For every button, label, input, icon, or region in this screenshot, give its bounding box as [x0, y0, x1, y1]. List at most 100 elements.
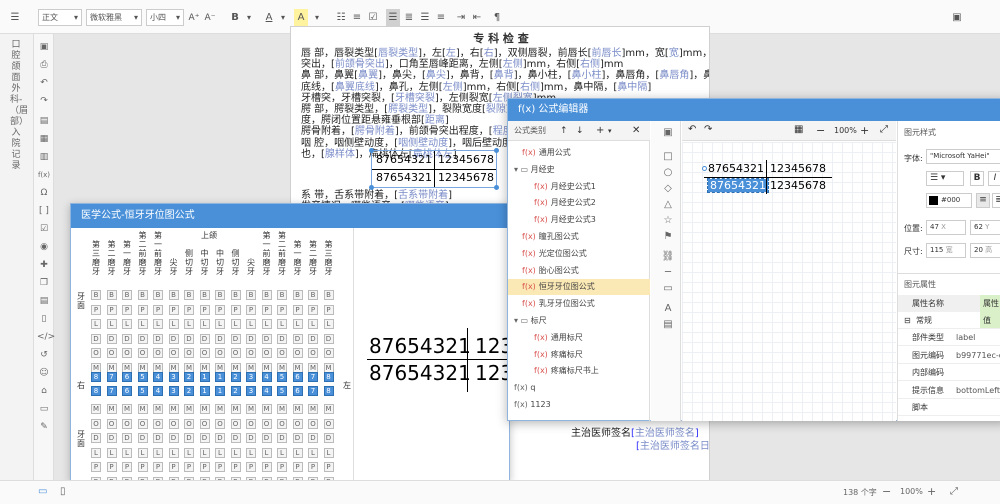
highlight-dropdown-icon[interactable]: ▾ [310, 9, 324, 26]
checkbox-tool-icon[interactable]: ☑ [37, 222, 51, 236]
tooth-surface-cell[interactable]: B [106, 290, 117, 300]
tooth-surface-cell[interactable]: P [292, 304, 303, 315]
attr-row[interactable]: 脚本 [898, 399, 1000, 417]
tooth-surface-cell[interactable]: O [261, 418, 272, 429]
tooth-surface-cell[interactable]: O [323, 418, 334, 429]
tooth-surface-cell[interactable]: O [277, 418, 287, 429]
tree-item[interactable]: f(x) 1123 [508, 397, 650, 413]
tooth-surface-cell[interactable]: M [168, 362, 179, 373]
tooth-surface-cell[interactable]: D [137, 433, 148, 443]
size-select[interactable]: 小四 ▾ [146, 9, 184, 26]
tooth-surface-cell[interactable]: L [323, 447, 334, 458]
tooth-surface-cell[interactable]: B [261, 290, 272, 300]
tooth-surface-cell[interactable]: P [168, 462, 179, 472]
tooth-surface-cell[interactable]: D [308, 333, 318, 344]
tooth-surface-cell[interactable]: D [106, 433, 117, 443]
tooth-surface-cell[interactable]: M [137, 404, 148, 414]
tooth-number-cell[interactable]: 2 [184, 372, 194, 382]
tooth-surface-cell[interactable]: M [122, 404, 132, 414]
tooth-surface-cell[interactable]: O [106, 348, 117, 358]
tooth-surface-cell[interactable]: L [246, 447, 256, 458]
tooth-surface-cell[interactable]: L [184, 447, 194, 458]
tooth-surface-cell[interactable]: B [292, 290, 303, 300]
tooth-surface-cell[interactable]: D [184, 333, 194, 344]
font-shrink-button[interactable]: A⁻ [203, 9, 217, 26]
tooth-surface-cell[interactable]: P [277, 304, 287, 315]
connector-handle[interactable] [702, 166, 707, 171]
size-w-input[interactable]: 115 宽 [926, 243, 966, 258]
bold-dropdown-icon[interactable]: ▾ [242, 9, 256, 26]
input-field[interactable]: 鼻中隔 [617, 82, 647, 93]
tooth-surface-cell[interactable]: B [215, 290, 225, 300]
tooth-surface-cell[interactable]: O [292, 348, 303, 358]
tooth-surface-cell[interactable]: P [122, 462, 132, 472]
tooth-surface-cell[interactable]: O [292, 418, 303, 429]
tooth-surface-cell[interactable]: P [215, 462, 225, 472]
tree-item[interactable]: f(x) 通用标尺 [508, 330, 650, 346]
tooth-surface-cell[interactable]: P [199, 462, 210, 472]
attr-row[interactable]: 提示信息 bottomLeft [898, 382, 1000, 399]
save-icon[interactable]: ▣ [37, 40, 51, 54]
tooth-surface-cell[interactable]: D [168, 433, 179, 443]
tooth-surface-cell[interactable]: M [122, 362, 132, 373]
code-icon[interactable]: </> [37, 330, 55, 344]
tooth-number-cell[interactable]: 4 [261, 372, 272, 382]
history-icon[interactable]: ↺ [37, 348, 51, 362]
size-h-input[interactable]: 20 高 [970, 243, 1000, 258]
print-icon[interactable]: ⎙ [37, 58, 51, 72]
canvas-bottom-right[interactable]: 12345678 [770, 179, 826, 192]
tooth-surface-cell[interactable]: M [137, 362, 148, 373]
tooth-number-cell[interactable]: 3 [246, 372, 256, 382]
attr-row[interactable]: 图元编码 b99771ec-d66 [898, 347, 1000, 364]
tooth-surface-cell[interactable]: O [168, 348, 179, 358]
tooth-surface-cell[interactable]: M [246, 404, 256, 414]
tooth-number-cell[interactable]: 6 [122, 372, 132, 382]
outdent-icon[interactable]: ⇤ [470, 9, 484, 26]
zoom-out-icon[interactable]: − [816, 124, 825, 137]
tooth-surface-cell[interactable]: M [91, 404, 101, 414]
document-icon[interactable]: ▤ [37, 294, 51, 308]
tooth-surface-cell[interactable]: M [199, 362, 210, 373]
tooth-surface-cell[interactable]: D [246, 433, 256, 443]
tooth-number-cell[interactable]: 1 [199, 372, 210, 382]
tooth-surface-cell[interactable]: O [277, 348, 287, 358]
toolbar-menu-icon[interactable]: ☰ [8, 9, 22, 26]
tree-item[interactable]: f(x) 乳牙牙位图公式 [508, 296, 650, 312]
tooth-surface-cell[interactable]: L [215, 319, 225, 329]
signature-icon[interactable]: ✎ [37, 420, 51, 434]
tooth-surface-cell[interactable]: O [199, 418, 210, 429]
tooth-number-cell[interactable]: 1 [215, 372, 225, 382]
font-select[interactable]: 微软雅黑 ▾ [86, 9, 142, 26]
tooth-surface-cell[interactable]: D [153, 333, 163, 344]
tooth-surface-cell[interactable]: B [199, 290, 210, 300]
tooth-number-cell[interactable]: 4 [153, 386, 163, 396]
tooth-surface-cell[interactable]: D [153, 433, 163, 443]
tooth-surface-cell[interactable]: L [122, 447, 132, 458]
attr-value[interactable]: bottomLeft [956, 382, 1000, 399]
tooth-surface-cell[interactable]: B [137, 290, 148, 300]
page-icon[interactable]: ▯ [37, 312, 51, 326]
tooth-surface-cell[interactable]: O [215, 348, 225, 358]
tooth-surface-cell[interactable]: B [91, 290, 101, 300]
tooth-surface-cell[interactable]: L [106, 319, 117, 329]
tooth-surface-cell[interactable]: P [308, 304, 318, 315]
tooth-surface-cell[interactable]: M [308, 404, 318, 414]
tooth-number-cell[interactable]: 6 [122, 386, 132, 396]
tooth-surface-cell[interactable]: P [184, 304, 194, 315]
tooth-surface-cell[interactable]: D [215, 433, 225, 443]
tooth-surface-cell[interactable]: L [323, 319, 334, 329]
tooth-number-cell[interactable]: 6 [292, 386, 303, 396]
input-field[interactable]: 宽 [669, 48, 679, 59]
tooth-surface-cell[interactable]: D [261, 333, 272, 344]
tooth-surface-cell[interactable]: D [106, 333, 117, 344]
attr-row[interactable]: 内部编码 [898, 364, 1000, 382]
tooth-surface-cell[interactable]: M [230, 362, 241, 373]
tooth-number-cell[interactable]: 3 [168, 386, 179, 396]
tooth-surface-cell[interactable]: B [153, 290, 163, 300]
tree-item[interactable]: f(x) 恒牙牙位图公式 [508, 279, 650, 296]
tooth-surface-cell[interactable]: L [277, 319, 287, 329]
tooth-surface-cell[interactable]: M [308, 362, 318, 373]
zoom-out-icon[interactable]: − [882, 485, 891, 498]
redo-icon[interactable]: ↷ [37, 94, 51, 108]
fullscreen-icon[interactable]: ⤢ [950, 486, 958, 497]
